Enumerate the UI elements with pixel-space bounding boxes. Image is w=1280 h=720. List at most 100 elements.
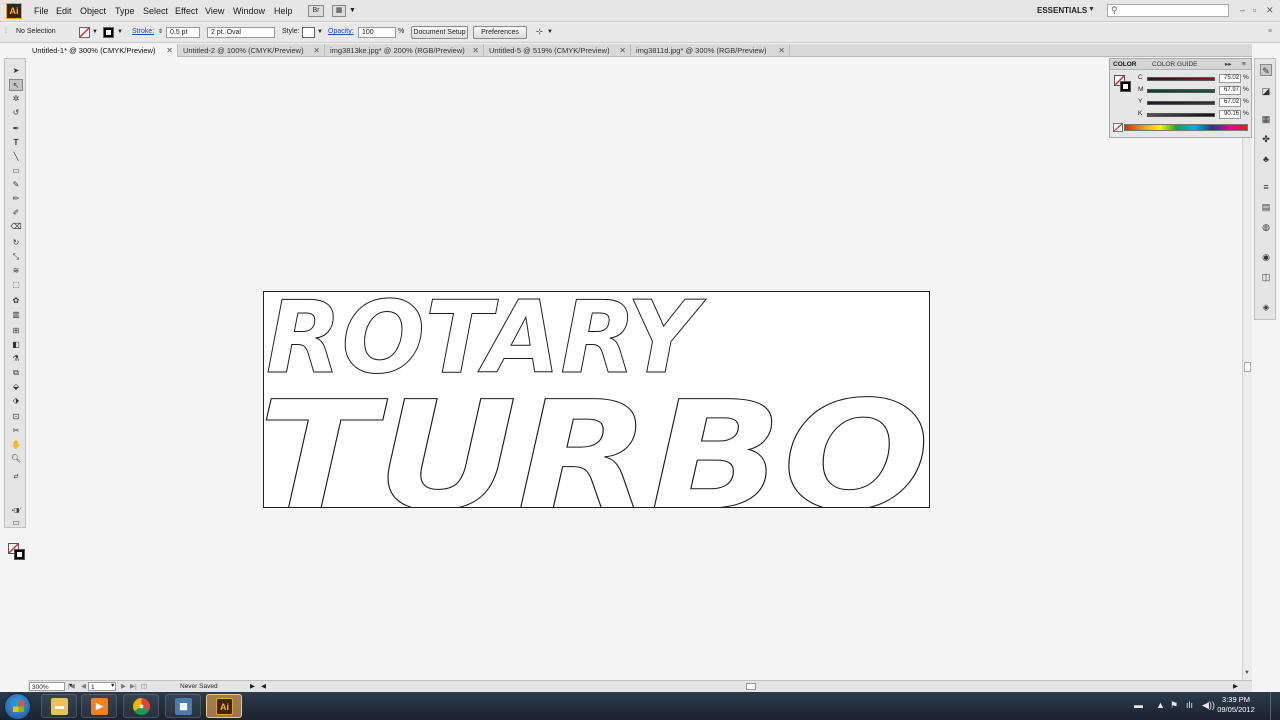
tray-usb-icon[interactable]: ▬ (1134, 700, 1143, 710)
bridge-icon[interactable]: Br (308, 5, 324, 17)
stroke-label[interactable]: Stroke: (132, 28, 154, 35)
brush-definition-field[interactable]: 2 pt. Oval (207, 27, 275, 38)
free-transform-tool-icon[interactable]: ⬚ (9, 279, 23, 291)
tab-close-icon[interactable]: ✕ (472, 44, 479, 57)
slider-black[interactable]: K 90.16 % (1138, 110, 1250, 120)
slider-value-field[interactable]: 90.16 (1219, 110, 1241, 119)
minimize-icon[interactable]: – (1240, 5, 1245, 15)
vertical-scrollbar[interactable]: ▼ (1242, 58, 1252, 680)
hand-tool-icon[interactable]: ✋ (9, 439, 23, 451)
slider-cyan[interactable]: C 75.02 % (1138, 74, 1250, 84)
pen-tool-icon[interactable]: ✒ (9, 123, 23, 135)
control-panel-menu-icon[interactable]: ≡ (1268, 28, 1272, 35)
system-clock[interactable]: 3:39 PM 09/05/2012 (1216, 695, 1256, 715)
scale-tool-icon[interactable]: ⤡ (9, 251, 23, 263)
stroke-box[interactable] (14, 549, 25, 560)
symbols-panel-icon[interactable]: ♣ (1260, 153, 1272, 165)
eraser-tool-icon[interactable]: ⌫ (9, 221, 23, 233)
tab-close-icon[interactable]: ✕ (166, 44, 173, 57)
rotary-turbo-artwork[interactable]: ROTARY TURBO (258, 279, 931, 545)
tray-flag-icon[interactable]: ⚑ (1170, 700, 1178, 711)
menu-view[interactable]: View (205, 6, 224, 16)
start-button[interactable] (4, 693, 31, 720)
prev-artboard-icon[interactable]: ◀ (81, 682, 86, 691)
vertical-scroll-thumb[interactable] (1244, 362, 1251, 372)
color-panel-icon[interactable]: ✎ (1260, 64, 1272, 76)
paintbrush-tool-icon[interactable]: ✎ (9, 179, 23, 191)
slider-track[interactable] (1147, 89, 1215, 93)
slider-yellow[interactable]: Y 67.02 % (1138, 98, 1250, 108)
taskbar-media-player[interactable]: ▶ (81, 694, 117, 718)
status-menu-icon[interactable]: ▶ (250, 682, 255, 691)
tab-img3811d[interactable]: img3811d.jpg* @ 300% (RGB/Preview) ✕ (632, 44, 790, 57)
artboard[interactable]: ROTARY TURBO (258, 279, 931, 545)
workspace-dropdown-icon[interactable]: ▼ (1088, 6, 1095, 13)
tab-close-icon[interactable]: ✕ (313, 44, 320, 57)
horizontal-scroll-thumb[interactable] (746, 683, 756, 690)
line-tool-icon[interactable]: ╲ (9, 151, 23, 163)
slice-tool-icon[interactable]: ✂ (9, 425, 23, 437)
tray-show-hidden-icon[interactable]: ▲ (1156, 700, 1165, 710)
tab-close-icon[interactable]: ✕ (619, 44, 626, 57)
workspace-switcher[interactable]: ESSENTIALS (1037, 6, 1087, 15)
panel-menu-icon[interactable]: ≡ (1242, 60, 1246, 69)
menu-file[interactable]: File (34, 6, 49, 16)
graph-tool-icon[interactable]: ▥ (9, 309, 23, 321)
slider-magenta[interactable]: M 67.97 % (1138, 86, 1250, 96)
color-guide-panel-icon[interactable]: ◪ (1260, 85, 1272, 97)
menu-select[interactable]: Select (143, 6, 168, 16)
color-spectrum-bar[interactable] (1124, 124, 1248, 131)
control-menu-icon[interactable]: ▼ (547, 29, 553, 35)
stroke-swatch[interactable] (103, 27, 114, 38)
slider-value-field[interactable]: 75.02 (1219, 74, 1241, 83)
show-desktop-button[interactable] (1270, 692, 1280, 720)
stroke-panel-icon[interactable]: ≡ (1260, 181, 1272, 193)
mesh-tool-icon[interactable]: ⊞ (9, 325, 23, 337)
last-artboard-icon[interactable]: ▶| (130, 682, 137, 691)
eyedropper-tool-icon[interactable]: ⚗ (9, 353, 23, 365)
menu-object[interactable]: Object (80, 6, 106, 16)
type-tool-icon[interactable]: T (9, 137, 23, 149)
tab-untitled-2[interactable]: Untitled-2 @ 100% (CMYK/Preview) ✕ (179, 44, 325, 57)
close-icon[interactable]: ✕ (1266, 5, 1274, 16)
menu-edit[interactable]: Edit (56, 6, 72, 16)
tray-volume-icon[interactable]: ◀)) (1202, 700, 1215, 711)
live-paint-tool-icon[interactable]: ⬙ (9, 381, 23, 393)
opacity-field[interactable]: 100 (358, 27, 396, 38)
artboard-number-dropdown-icon[interactable]: ▼ (110, 682, 115, 691)
menu-effect[interactable]: Effect (175, 6, 198, 16)
tab-untitled-1[interactable]: Untitled-1* @ 300% (CMYK/Preview) ✕ (28, 44, 178, 57)
fill-swatch[interactable] (79, 27, 90, 38)
panel-collapse-icon[interactable]: ▸▸ (1225, 60, 1232, 69)
rotate-tool-icon[interactable]: ↻ (9, 237, 23, 249)
none-color-swatch[interactable] (1113, 123, 1123, 132)
taskbar-chrome[interactable]: ● (123, 694, 159, 718)
zoom-level-field[interactable]: 300% (29, 682, 65, 691)
graphic-styles-panel-icon[interactable]: ◫ (1260, 271, 1272, 283)
pencil-tool-icon[interactable]: ✏ (9, 193, 23, 205)
preferences-button[interactable]: Preferences (473, 26, 527, 39)
taskbar-network[interactable]: ▦ (165, 694, 201, 718)
scroll-down-icon[interactable]: ▼ (1244, 670, 1250, 676)
live-paint-selection-tool-icon[interactable]: ⬗ (9, 395, 23, 407)
layers-panel-icon[interactable]: ◈ (1260, 301, 1272, 313)
stroke-dropdown-icon[interactable]: ▼ (117, 29, 123, 35)
appearance-panel-icon[interactable]: ◉ (1260, 251, 1272, 263)
arrange-documents-icon[interactable]: ▦ (332, 5, 346, 17)
screen-mode-icon[interactable]: ▭ (9, 517, 23, 529)
symbol-sprayer-tool-icon[interactable]: ✿ (9, 295, 23, 307)
tab-untitled-5[interactable]: Untitled-5 @ 519% (CMYK/Preview) ✕ (485, 44, 631, 57)
slider-track[interactable] (1147, 77, 1215, 81)
restore-icon[interactable]: ▫ (1253, 5, 1256, 15)
rectangle-tool-icon[interactable]: ▭ (9, 165, 23, 177)
tab-close-icon[interactable]: ✕ (778, 44, 785, 57)
tray-network-icon[interactable]: ılı (1186, 700, 1193, 710)
tab-img3813ke[interactable]: img3813ke.jpg* @ 200% (RGB/Preview) ✕ (326, 44, 484, 57)
scroll-left-icon[interactable]: ◀ (261, 682, 266, 691)
fill-stroke-widget[interactable] (8, 543, 26, 561)
panel-stroke-box[interactable] (1120, 81, 1131, 92)
document-setup-button[interactable]: Document Setup (411, 26, 468, 39)
opacity-label[interactable]: Opacity: (328, 28, 354, 35)
swatches-panel-icon[interactable]: ▦ (1260, 113, 1272, 125)
artboard-tool-icon[interactable]: ⊡ (9, 411, 23, 423)
